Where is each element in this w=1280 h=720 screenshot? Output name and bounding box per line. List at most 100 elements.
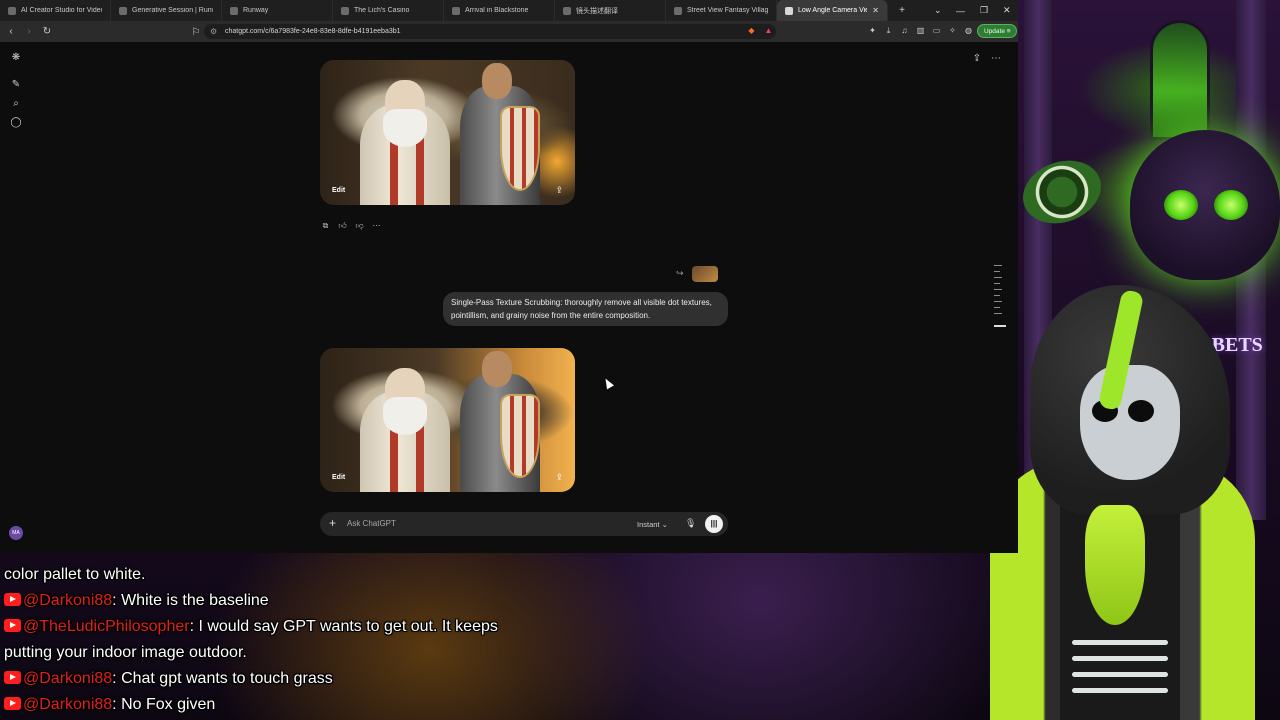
scroll-marker[interactable] — [994, 289, 1002, 290]
tab-label: 镜头描述翻译 — [576, 7, 618, 15]
image-share-icon[interactable]: ⇪ — [555, 185, 563, 196]
scroll-marker[interactable] — [994, 283, 1000, 284]
tab-label: Runway — [243, 7, 269, 14]
back-icon[interactable]: ‹ — [3, 24, 19, 40]
reload-icon[interactable]: ↻ — [39, 24, 55, 40]
download-icon[interactable]: ⤓ — [882, 24, 895, 37]
conversation-scroll-markers[interactable] — [994, 265, 1006, 329]
tab-favicon-icon — [119, 6, 127, 15]
tab-favicon-icon — [452, 6, 460, 15]
vpn-icon[interactable]: ◍ — [962, 24, 975, 37]
tab-search-chevron-icon[interactable]: ⌄ — [934, 0, 942, 21]
tab-label: Street View Fantasy Village — [687, 7, 768, 14]
model-mode-select[interactable]: Instant ⌄ — [637, 520, 668, 529]
thumbs-up-icon[interactable]: 👍︎ — [337, 220, 348, 231]
more-icon[interactable]: ⋯ — [371, 220, 382, 231]
media-icon[interactable]: ♫ — [898, 24, 911, 37]
image-share-icon[interactable]: ⇪ — [555, 472, 563, 483]
generated-image[interactable]: Edit ⇪ — [320, 60, 575, 205]
avatar-rib — [1072, 640, 1168, 645]
update-button[interactable]: Update ≡ — [977, 24, 1017, 38]
microphone-icon[interactable]: 🎙︎ — [685, 518, 696, 529]
scroll-marker[interactable] — [994, 301, 1002, 302]
chat-username: @TheLudicPhilosopher — [23, 618, 190, 635]
tab-bar: AI Creator Studio for Video & Generative… — [0, 0, 1018, 21]
youtube-icon — [4, 593, 21, 606]
minimize-icon[interactable]: — — [956, 0, 965, 21]
thumbs-down-icon[interactable]: 👎︎ — [354, 220, 365, 231]
address-bar[interactable]: ⚙ chatgpt.com/c/6a7983fe-24e8-83e8-8dfe-… — [204, 24, 776, 39]
knight-head — [482, 62, 512, 99]
scroll-marker-current[interactable] — [994, 325, 1006, 327]
youtube-icon — [4, 619, 21, 632]
avatar-face — [1080, 365, 1180, 480]
scroll-marker[interactable] — [994, 313, 1002, 314]
tab[interactable]: The Lich's Casino — [333, 0, 444, 21]
scroll-marker[interactable] — [994, 271, 1000, 272]
sidebar-icon[interactable]: ▥ — [914, 24, 927, 37]
tab-label: Generative Session | Runway — [132, 7, 213, 14]
generated-image[interactable]: Edit ⇪ — [320, 348, 575, 492]
image-edit-button[interactable]: Edit — [332, 187, 345, 194]
scroll-marker[interactable] — [994, 295, 1000, 296]
composer-input[interactable]: Ask ChatGPT — [347, 519, 396, 528]
knight-head — [482, 350, 512, 387]
chat-message: @Darkoni88: Chat gpt wants to touch gras… — [4, 666, 964, 692]
avatar-rib — [1072, 672, 1168, 677]
chat-message: @Darkoni88: No Fox given — [4, 692, 964, 718]
image-edit-button[interactable]: Edit — [332, 474, 345, 481]
voice-mode-icon[interactable]: ||| — [705, 515, 723, 533]
search-icon[interactable]: ⌕ — [9, 96, 23, 110]
avatar-rib — [1072, 688, 1168, 693]
new-chat-icon[interactable]: ✎ — [9, 77, 23, 91]
chat-message-continued: putting your indoor image outdoor. — [4, 640, 964, 666]
tab-favicon-icon — [8, 6, 16, 15]
new-tab-icon[interactable]: + — [894, 3, 910, 19]
chatgpt-app: ❋ ✎ ⌕ ◯ MA ⇪ ⋯ Edit ⇪ ⧉ 👍︎ 👎︎ ⋯ ↪ Single… — [0, 42, 1018, 553]
tab-label: Arrival in Blackstone — [465, 7, 529, 14]
extension-icon[interactable]: ✦ — [866, 24, 879, 37]
copy-icon[interactable]: ⧉ — [320, 220, 331, 231]
brave-shield-icon[interactable]: ◆ — [745, 24, 758, 37]
tab-label: Low Angle Camera View — [798, 7, 868, 14]
chat-message: color pallet to white. — [4, 562, 964, 588]
scroll-marker[interactable] — [994, 265, 1002, 266]
forward-icon[interactable]: › — [21, 24, 37, 40]
tab-favicon-icon — [341, 6, 349, 15]
more-options-icon[interactable]: ⋯ — [989, 51, 1003, 65]
openai-logo-icon[interactable]: ❋ — [9, 50, 23, 64]
brave-rewards-icon[interactable]: ▲ — [762, 24, 775, 37]
update-label: Update — [984, 28, 1005, 35]
tab[interactable]: 镜头描述翻译 — [555, 0, 666, 21]
skull-eye-left — [1164, 190, 1198, 220]
tab[interactable]: AI Creator Studio for Video & — [0, 0, 111, 21]
wallet-icon[interactable]: ▭ — [930, 24, 943, 37]
close-window-icon[interactable]: ✕ — [1003, 0, 1011, 21]
tab-label: The Lich's Casino — [354, 7, 410, 14]
chat-text: putting your indoor image outdoor. — [4, 644, 247, 661]
tab-favicon-icon — [230, 6, 238, 15]
avatar[interactable]: MA — [9, 526, 23, 540]
site-info-icon[interactable]: ⚙ — [210, 24, 217, 39]
scroll-marker[interactable] — [994, 307, 1000, 308]
chat-bubble-icon[interactable]: ◯ — [9, 115, 23, 129]
skull-eye-right — [1214, 190, 1248, 220]
tab[interactable]: Runway — [222, 0, 333, 21]
composer[interactable]: + Ask ChatGPT Instant ⌄ 🎙︎ ||| — [320, 512, 728, 536]
restore-icon[interactable]: ❐ — [980, 0, 988, 21]
reply-arrow-icon: ↪ — [676, 268, 684, 278]
tab-active[interactable]: Low Angle Camera View ✕ — [777, 0, 888, 21]
youtube-icon — [4, 671, 21, 684]
tab[interactable]: Generative Session | Runway — [111, 0, 222, 21]
bookmark-icon[interactable]: ⚐ — [188, 24, 204, 40]
attached-image-thumbnail[interactable] — [692, 266, 718, 282]
scroll-marker[interactable] — [994, 277, 1002, 278]
share-icon[interactable]: ⇪ — [970, 51, 984, 65]
tab[interactable]: Street View Fantasy Village — [666, 0, 777, 21]
chat-text: : White is the baseline — [112, 592, 269, 609]
leo-ai-icon[interactable]: ✧ — [946, 24, 959, 37]
tab[interactable]: Arrival in Blackstone — [444, 0, 555, 21]
close-tab-icon[interactable]: ✕ — [872, 6, 879, 15]
add-attachment-icon[interactable]: + — [329, 516, 336, 530]
model-mode-label: Instant — [637, 520, 660, 529]
